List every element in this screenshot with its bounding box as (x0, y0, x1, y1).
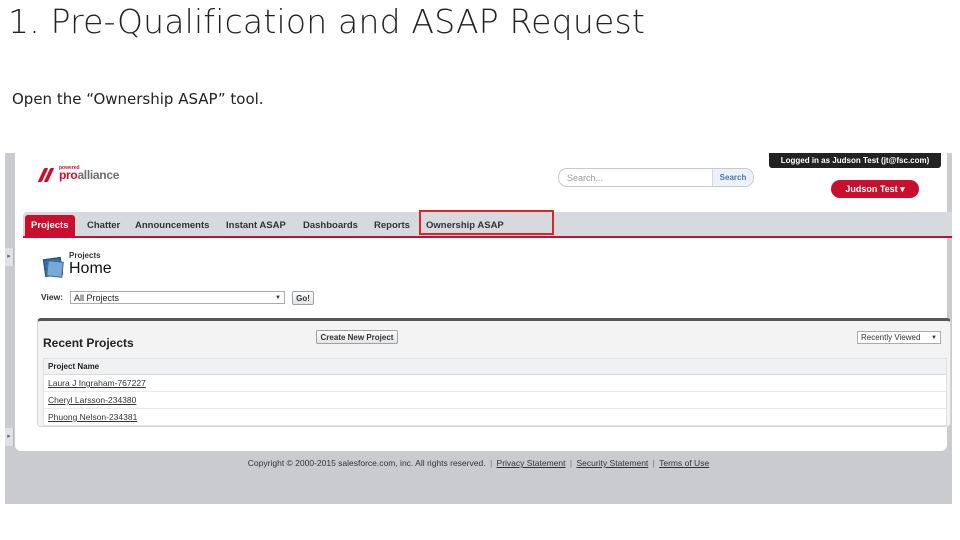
chevron-down-icon: ▼ (931, 335, 937, 341)
slide-title: 1. Pre-Qualification and ASAP Request (8, 2, 645, 41)
table-row: Cheryl Larsson-234380 (44, 392, 946, 409)
sidebar-handle[interactable]: ▸ (5, 248, 14, 266)
tab-dashboards[interactable]: Dashboards (297, 215, 364, 236)
ownership-asap-highlight (419, 210, 554, 235)
sidebar-handle-lower[interactable]: ▸ (5, 428, 14, 446)
search-input[interactable] (559, 169, 712, 186)
copyright-text: Copyright © 2000-2015 salesforce.com, in… (247, 458, 486, 468)
recent-projects-panel: Recent Projects Create New Project Recen… (37, 318, 951, 427)
view-label: View: (41, 292, 64, 302)
chevron-down-icon: ▼ (275, 295, 281, 301)
create-new-project-button[interactable]: Create New Project (316, 330, 398, 344)
tab-announcements[interactable]: Announcements (129, 215, 215, 236)
tab-reports[interactable]: Reports (368, 215, 416, 236)
embedded-screenshot: ▸ ▸ powered proalliance Search Logged in… (5, 153, 952, 504)
projects-icon (41, 256, 64, 278)
projects-table: Project Name Laura J Ingraham-767227 Che… (43, 358, 947, 426)
column-header-project-name: Project Name (44, 359, 946, 375)
page-subtitle: Projects (69, 251, 101, 260)
sort-select-value: Recently Viewed (861, 333, 921, 342)
salesforce-page: powered proalliance Search Logged in as … (15, 153, 952, 451)
search-button[interactable]: Search (712, 169, 753, 186)
tab-chatter[interactable]: Chatter (81, 215, 126, 236)
logo-powered-text: powered (59, 165, 80, 171)
slide-instruction: Open the “Ownership ASAP” tool. (12, 90, 264, 108)
page-title: Home (69, 260, 112, 277)
project-link[interactable]: Phuong Nelson-234381 (48, 412, 137, 422)
project-link[interactable]: Laura J Ingraham-767227 (48, 378, 146, 388)
view-select-value: All Projects (74, 293, 120, 303)
project-link[interactable]: Cheryl Larsson-234380 (48, 395, 136, 405)
global-search: Search (558, 168, 754, 187)
table-row: Phuong Nelson-234381 (44, 409, 946, 425)
security-statement-link[interactable]: Security Statement (576, 458, 648, 468)
proalliance-logo: powered proalliance (37, 165, 119, 185)
login-status-badge: Logged in as Judson Test (jt@fsc.com) (769, 153, 941, 168)
go-button[interactable]: Go! (292, 291, 314, 305)
user-menu-button[interactable]: Judson Test ▾ (831, 180, 919, 198)
logo-mark-icon (37, 168, 57, 182)
terms-of-use-link[interactable]: Terms of Use (659, 458, 709, 468)
view-select[interactable]: All Projects ▼ (70, 291, 285, 304)
privacy-statement-link[interactable]: Privacy Statement (497, 458, 566, 468)
sort-select[interactable]: Recently Viewed ▼ (857, 331, 941, 344)
panel-title: Recent Projects (43, 336, 134, 350)
table-row: Laura J Ingraham-767227 (44, 375, 946, 392)
tab-instant-asap[interactable]: Instant ASAP (220, 215, 292, 236)
tab-projects[interactable]: Projects (25, 215, 75, 236)
footer: Copyright © 2000-2015 salesforce.com, in… (247, 458, 710, 468)
